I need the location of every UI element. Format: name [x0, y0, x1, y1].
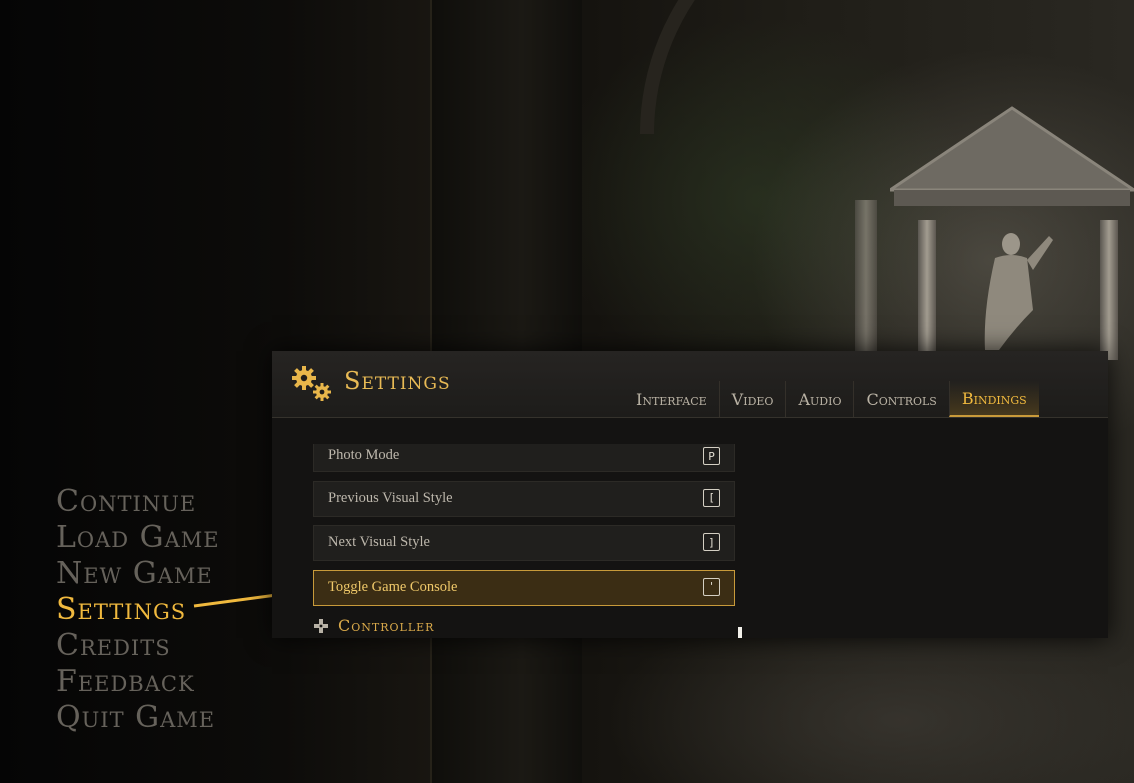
temple-pillar	[1100, 220, 1118, 360]
menu-item-load-game[interactable]: Load Game	[56, 520, 220, 556]
binding-action-label: Photo Mode	[328, 447, 400, 463]
binding-action-label: Previous Visual Style	[328, 489, 453, 506]
bindings-list: Photo Mode P Previous Visual Style [ Nex…	[313, 444, 735, 614]
binding-row-toggle-game-console[interactable]: Toggle Game Console '	[313, 569, 735, 606]
tab-bindings[interactable]: Bindings	[948, 381, 1039, 417]
controller-section-header: Controller	[314, 616, 434, 635]
temple-pillar	[855, 200, 877, 360]
tab-video[interactable]: Video	[718, 381, 786, 417]
binding-action-label: Next Visual Style	[328, 534, 430, 550]
key-binding-button[interactable]: '	[703, 577, 720, 596]
main-menu: Continue Load Game New Game Settings Cre…	[56, 484, 220, 736]
tab-interface[interactable]: Interface	[624, 381, 719, 417]
menu-item-quit-game[interactable]: Quit Game	[56, 700, 220, 736]
binding-row-photo-mode[interactable]: Photo Mode P	[313, 444, 735, 472]
tab-controls[interactable]: Controls	[853, 381, 948, 417]
menu-item-credits[interactable]: Credits	[56, 628, 220, 664]
tab-audio[interactable]: Audio	[785, 381, 853, 417]
binding-row-next-visual-style[interactable]: Next Visual Style ]	[313, 525, 735, 561]
menu-item-new-game[interactable]: New Game	[56, 556, 220, 592]
temple-pediment	[890, 106, 1134, 206]
settings-header: Settings Interface Video Audio Controls …	[272, 351, 1108, 418]
settings-tabs: Interface Video Audio Controls Bindings	[624, 381, 1039, 417]
temple-pillar	[918, 220, 936, 360]
key-binding-button[interactable]: ]	[703, 533, 720, 551]
binding-row-previous-visual-style[interactable]: Previous Visual Style [	[313, 480, 735, 517]
binding-action-label: Toggle Game Console	[328, 578, 458, 595]
key-binding-button[interactable]: [	[703, 488, 720, 507]
menu-item-continue[interactable]: Continue	[56, 484, 220, 520]
statue	[984, 233, 1053, 350]
gears-icon	[292, 366, 331, 401]
settings-panel: Settings Interface Video Audio Controls …	[272, 351, 1108, 638]
key-binding-button[interactable]: P	[703, 447, 720, 465]
menu-item-feedback[interactable]: Feedback	[56, 664, 220, 700]
settings-title: Settings	[344, 367, 451, 395]
dpad-icon	[314, 618, 328, 633]
menu-item-settings[interactable]: Settings	[56, 592, 220, 628]
section-title: Controller	[338, 616, 435, 635]
scrollbar-thumb[interactable]	[738, 627, 742, 638]
